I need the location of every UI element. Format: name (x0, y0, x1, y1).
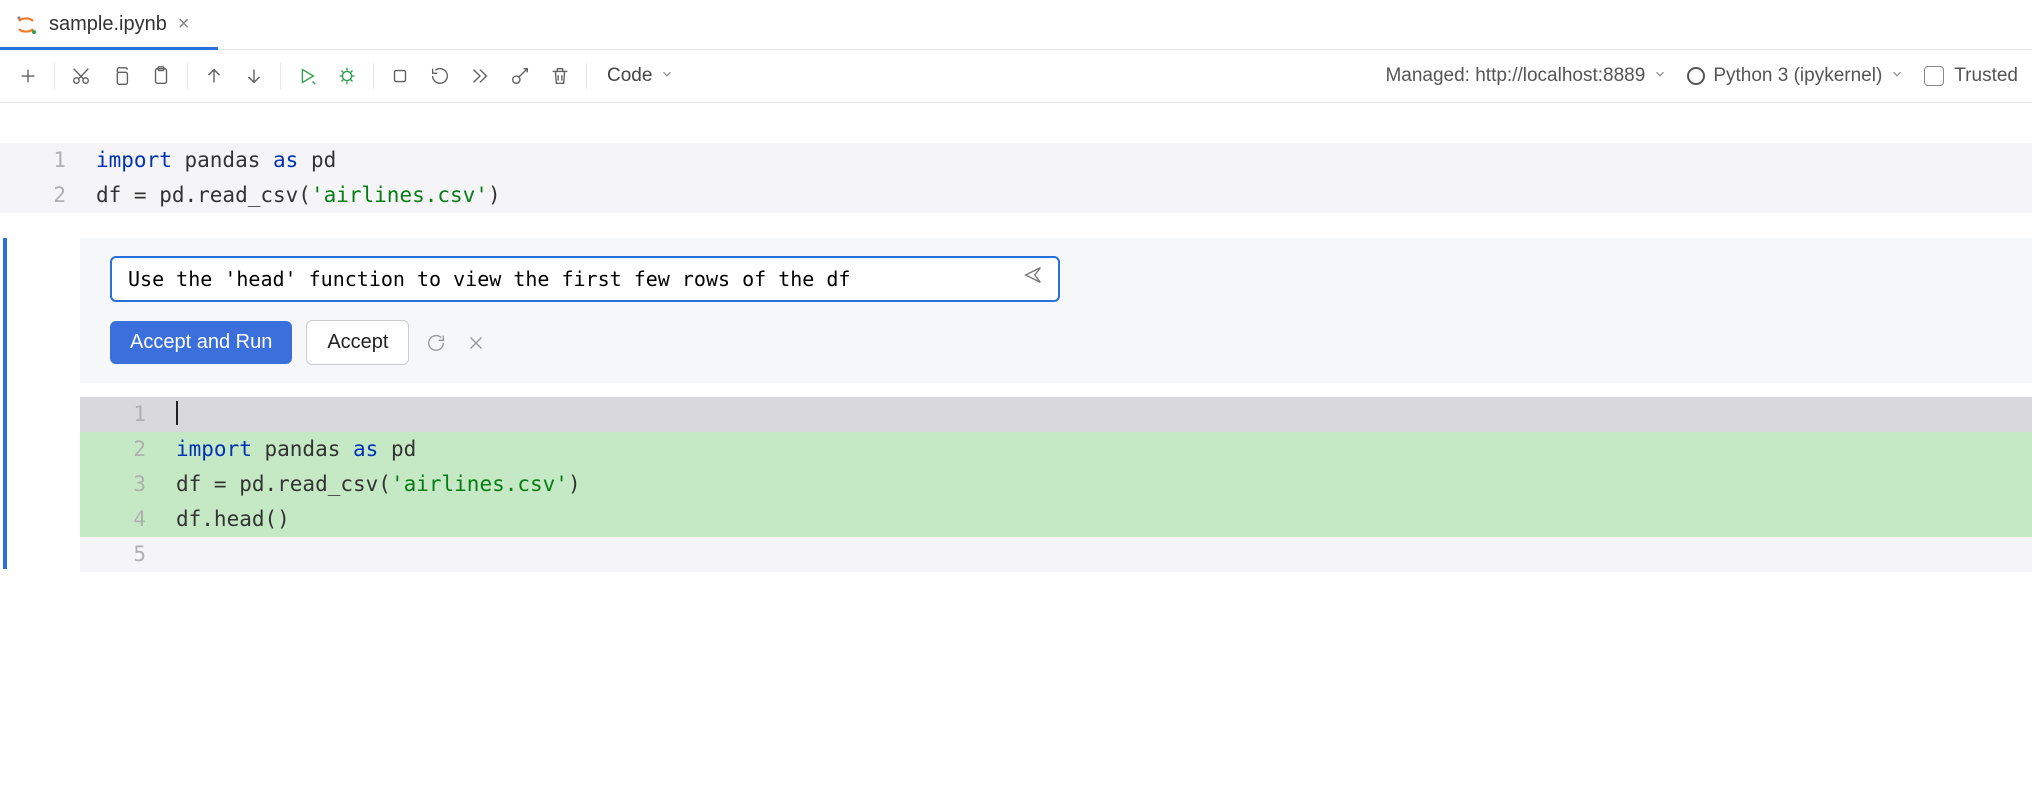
tab-active-indicator (0, 47, 218, 50)
chevron-down-icon (1653, 65, 1667, 87)
active-cell-marker (3, 238, 7, 569)
restart-icon[interactable] (426, 62, 454, 90)
close-icon[interactable]: × (176, 13, 192, 36)
line-number: 3 (80, 467, 160, 502)
line-number: 5 (80, 537, 160, 572)
run-icon[interactable] (293, 62, 321, 90)
ai-assist-cell: Accept and Run Accept 1 (0, 213, 2032, 572)
jupyter-icon (14, 13, 38, 37)
copy-icon[interactable] (107, 62, 135, 90)
regenerate-icon[interactable] (423, 330, 449, 356)
send-icon[interactable] (1022, 262, 1044, 297)
close-icon[interactable] (463, 330, 489, 356)
code-cell[interactable]: 1 2 import pandas as pd df = pd.read_csv… (0, 143, 2032, 213)
line-number: 1 (80, 397, 160, 432)
move-up-icon[interactable] (200, 62, 228, 90)
ai-prompt-input[interactable] (110, 256, 1060, 302)
accept-button[interactable]: Accept (306, 320, 409, 365)
text-cursor (176, 401, 178, 425)
cell-type-label: Code (607, 65, 652, 87)
paste-icon[interactable] (147, 62, 175, 90)
checkbox-icon (1924, 66, 1944, 86)
accept-and-run-button[interactable]: Accept and Run (110, 321, 292, 364)
code-editor[interactable]: import pandas as pd df = pd.read_csv('ai… (80, 143, 2032, 213)
notebook-body: 1 2 import pandas as pd df = pd.read_csv… (0, 103, 2032, 602)
add-cell-button[interactable] (14, 62, 42, 90)
server-dropdown[interactable]: Managed: http://localhost:8889 (1385, 65, 1667, 87)
line-number: 4 (80, 502, 160, 537)
debug-icon[interactable] (333, 62, 361, 90)
move-down-icon[interactable] (240, 62, 268, 90)
ai-suggestion-diff[interactable]: 1 2 import pandas as pd 3 df = pd.read_c… (80, 397, 2032, 572)
kernel-label: Python 3 (ipykernel) (1713, 65, 1882, 87)
line-number: 2 (0, 178, 66, 213)
line-number: 2 (80, 432, 160, 467)
delete-icon[interactable] (546, 62, 574, 90)
ai-prompt-field[interactable] (126, 266, 1022, 292)
run-all-icon[interactable] (466, 62, 494, 90)
kernel-status-icon (1687, 67, 1705, 85)
tab-title: sample.ipynb (49, 13, 167, 36)
cell-type-dropdown[interactable]: Code (599, 61, 682, 91)
notebook-tab[interactable]: sample.ipynb × (0, 0, 206, 49)
cut-icon[interactable] (67, 62, 95, 90)
chevron-down-icon (660, 65, 674, 87)
notebook-toolbar: Code Managed: http://localhost:8889 Pyth… (0, 50, 2032, 103)
line-number: 1 (0, 143, 66, 178)
trusted-toggle[interactable]: Trusted (1924, 65, 2018, 87)
chevron-down-icon (1890, 65, 1904, 87)
tab-bar: sample.ipynb × (0, 0, 2032, 50)
stop-icon[interactable] (386, 62, 414, 90)
server-label: Managed: http://localhost:8889 (1385, 65, 1645, 87)
kernel-dropdown[interactable]: Python 3 (ipykernel) (1687, 65, 1904, 87)
clear-outputs-icon[interactable] (506, 62, 534, 90)
trusted-label: Trusted (1954, 65, 2018, 87)
